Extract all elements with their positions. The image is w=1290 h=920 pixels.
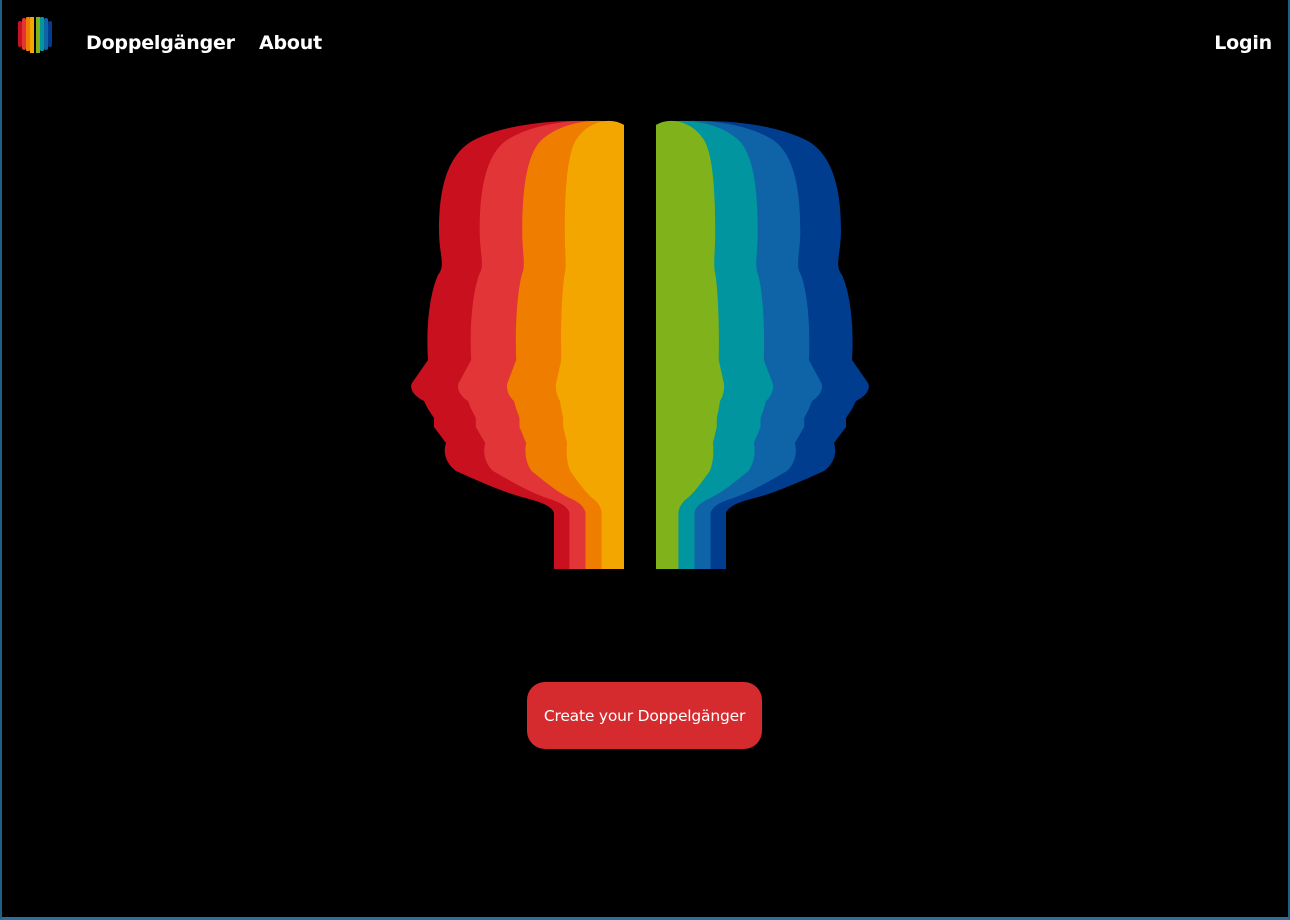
create-doppelganger-button[interactable]: Create your Doppelgänger [527, 682, 762, 749]
nav-about-link[interactable]: About [259, 30, 322, 56]
rainbow-faces-logo-icon[interactable] [16, 15, 54, 55]
rainbow-double-profile-icon [411, 115, 869, 580]
nav-brand-link[interactable]: Doppelgänger [86, 30, 235, 56]
right-profile-group [651, 115, 869, 580]
nav-login-link[interactable]: Login [1214, 30, 1272, 56]
left-profile-group [411, 115, 629, 580]
